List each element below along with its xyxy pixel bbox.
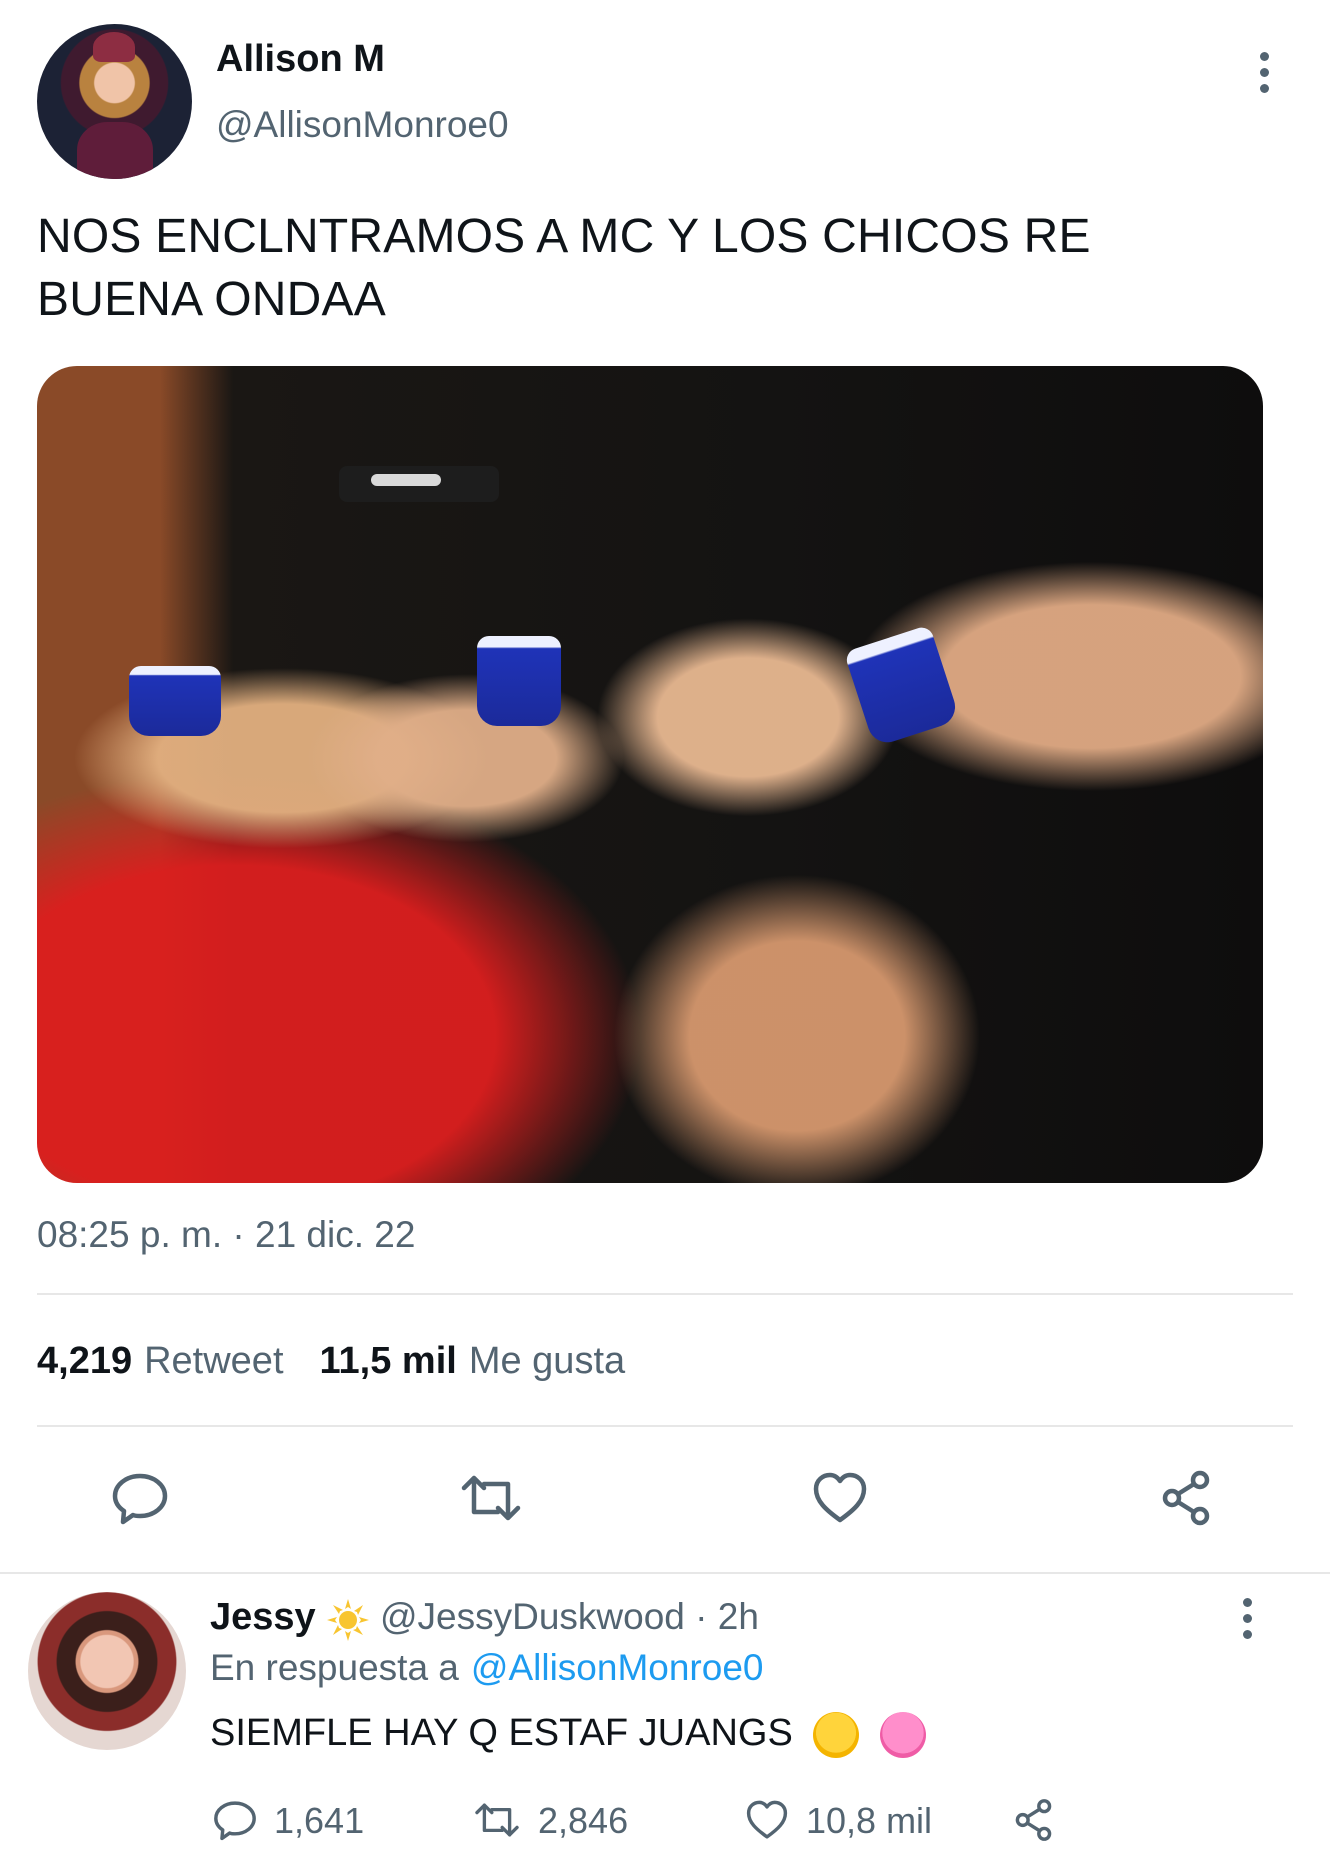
reply-more-options-icon[interactable] xyxy=(1235,1598,1259,1642)
thread-divider xyxy=(0,1572,1330,1574)
pink-heart-emoji-icon xyxy=(879,1712,926,1758)
tweet-photo[interactable] xyxy=(37,366,1263,1183)
reply-like-count: 10,8 mil xyxy=(806,1800,933,1841)
like-count[interactable]: 11,5 mil xyxy=(320,1340,457,1382)
like-label[interactable]: Me gusta xyxy=(469,1340,625,1382)
reply-author-name[interactable]: Jessy xyxy=(210,1596,316,1639)
reply-like-icon[interactable] xyxy=(744,1797,790,1843)
reply-reply-count: 1,641 xyxy=(274,1800,365,1841)
photo-cup xyxy=(129,666,221,736)
reply-context: En respuesta a @AllisonMonroe0 xyxy=(210,1647,763,1689)
like-icon[interactable] xyxy=(810,1470,870,1526)
tweet-timestamp[interactable]: 08:25 p. m. · 21 dic. 22 xyxy=(37,1214,415,1256)
retweet-count[interactable]: 4,219 xyxy=(37,1340,132,1382)
reply-text: SIEMFLE HAY Q ESTAF JUANGS xyxy=(210,1712,926,1758)
divider xyxy=(37,1425,1293,1427)
author-handle[interactable]: @AllisonMonroe0 xyxy=(216,104,509,146)
retweet-label[interactable]: Retweet xyxy=(144,1340,283,1382)
reply-text-content: SIEMFLE HAY Q ESTAF JUANGS xyxy=(210,1712,793,1755)
reply-icon[interactable] xyxy=(110,1470,170,1526)
reply-author-avatar[interactable] xyxy=(28,1592,186,1750)
sun-emoji-icon xyxy=(327,1599,369,1641)
share-icon[interactable] xyxy=(1158,1470,1218,1526)
reply-share-icon[interactable] xyxy=(1012,1797,1058,1843)
sunglasses-detail xyxy=(339,466,499,502)
retweet-icon[interactable] xyxy=(460,1470,522,1526)
photo-cup xyxy=(843,624,961,748)
tweet-stats: 4,219 Retweet 11,5 mil Me gusta xyxy=(37,1340,625,1383)
reply-count-icon[interactable] xyxy=(212,1797,258,1843)
crying-face-emoji-icon xyxy=(813,1712,860,1758)
tweet-text-line-2: BUENA ONDAA xyxy=(37,273,386,326)
tweet-text-line-1: NOS ENCLNTRAMOS A MC Y LOS CHICOS RE xyxy=(37,210,1091,263)
tweet-text: NOS ENCLNTRAMOS A MC Y LOS CHICOS RE BUE… xyxy=(37,205,1217,331)
reply-context-prefix: En respuesta a xyxy=(210,1647,459,1688)
more-options-icon[interactable] xyxy=(1252,52,1276,96)
reply-context-mention[interactable]: @AllisonMonroe0 xyxy=(471,1647,764,1688)
divider xyxy=(37,1293,1293,1295)
photo-cup xyxy=(477,636,561,726)
reply-retweet-icon[interactable] xyxy=(474,1797,520,1843)
reply-retweet-count: 2,846 xyxy=(538,1800,629,1841)
reply-author-handle[interactable]: @JessyDuskwood · 2h xyxy=(380,1596,759,1638)
author-avatar[interactable] xyxy=(37,24,192,179)
author-name[interactable]: Allison M xyxy=(216,38,385,81)
